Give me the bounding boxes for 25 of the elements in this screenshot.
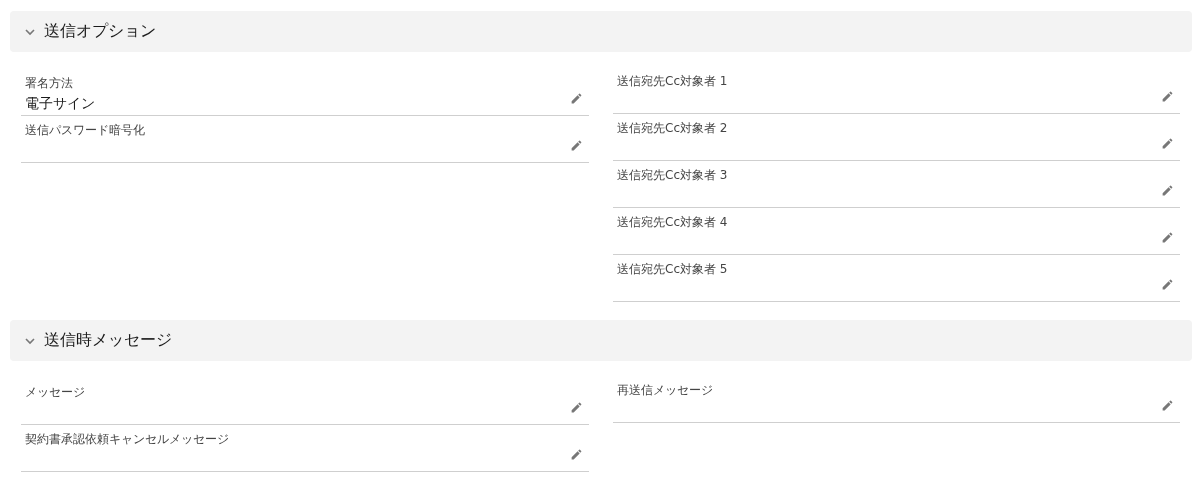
section-title: 送信時メッセージ bbox=[44, 330, 172, 351]
field-label: 再送信メッセージ bbox=[617, 382, 713, 399]
pencil-icon[interactable] bbox=[1161, 90, 1174, 103]
field-label: 送信宛先Cc対象者 2 bbox=[617, 120, 728, 137]
pencil-icon[interactable] bbox=[570, 92, 583, 105]
pencil-icon[interactable] bbox=[570, 448, 583, 461]
section-header[interactable]: 送信時メッセージ bbox=[10, 320, 1192, 361]
field-label: メッセージ bbox=[25, 384, 85, 401]
pencil-icon[interactable] bbox=[570, 401, 583, 414]
pencil-icon[interactable] bbox=[1161, 231, 1174, 244]
field-label: 送信宛先Cc対象者 4 bbox=[617, 214, 728, 231]
field-value: 電子サイン bbox=[25, 95, 95, 113]
field-label: 送信宛先Cc対象者 1 bbox=[617, 73, 728, 90]
pencil-icon[interactable] bbox=[570, 139, 583, 152]
section-title: 送信オプション bbox=[44, 21, 156, 42]
field-label: 契約書承認依頼キャンセルメッセージ bbox=[25, 431, 229, 448]
field-label: 署名方法 bbox=[25, 75, 73, 92]
section-header[interactable]: 送信オプション bbox=[10, 11, 1192, 52]
pencil-icon[interactable] bbox=[1161, 137, 1174, 150]
pencil-icon[interactable] bbox=[1161, 278, 1174, 291]
field-label: 送信宛先Cc対象者 3 bbox=[617, 167, 728, 184]
pencil-icon[interactable] bbox=[1161, 399, 1174, 412]
pencil-icon[interactable] bbox=[1161, 184, 1174, 197]
field-label: 送信パスワード暗号化 bbox=[25, 122, 145, 139]
field-label: 送信宛先Cc対象者 5 bbox=[617, 261, 728, 278]
